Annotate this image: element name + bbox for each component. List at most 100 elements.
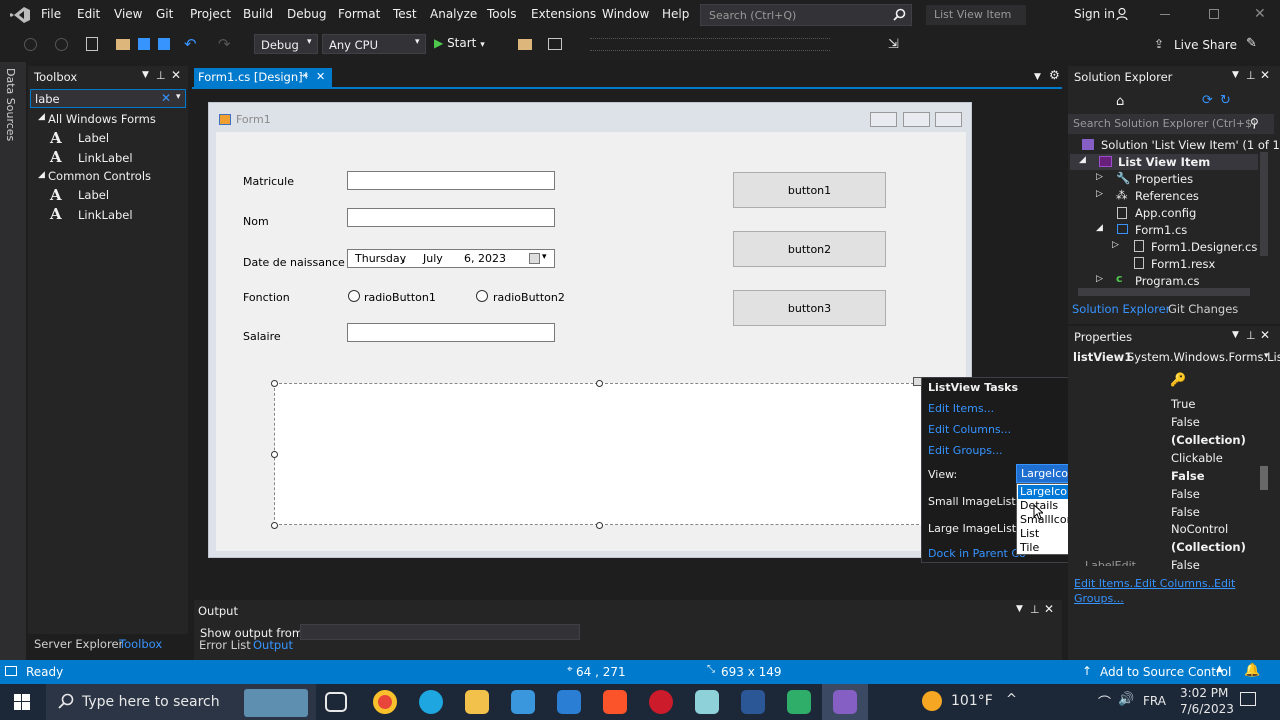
notepad-icon[interactable] [695, 690, 719, 714]
refresh-icon[interactable]: ↻ [1220, 93, 1231, 108]
property-value[interactable]: Clickable [1171, 451, 1223, 465]
gear-icon[interactable]: ⚙ [1049, 68, 1060, 82]
screenshot-icon[interactable] [548, 38, 562, 50]
undo-icon[interactable]: ↶ [184, 35, 197, 53]
menu-format[interactable]: Format [338, 7, 380, 21]
tab-order-icon[interactable]: ⇲ [888, 37, 899, 52]
pin-icon[interactable]: ⊥ [1246, 69, 1256, 82]
network-icon[interactable]: ⌒ [1098, 692, 1111, 711]
button-3[interactable]: button3 [733, 290, 886, 326]
git-changes-tab[interactable]: Git Changes [1168, 302, 1238, 316]
form1-designer-node[interactable]: Form1.Designer.cs [1151, 240, 1257, 254]
properties-scrollbar[interactable] [1260, 466, 1268, 490]
menu-extensions[interactable]: Extensions [531, 7, 596, 21]
property-value[interactable]: NoControl [1171, 522, 1228, 536]
resize-handle[interactable] [271, 451, 278, 458]
close-icon[interactable]: ✕ [171, 68, 181, 82]
person-icon[interactable] [1116, 7, 1130, 21]
collapse-arrow-icon[interactable]: ▷ [1096, 274, 1103, 284]
edit-columns-link[interactable]: Edit Columns... [928, 423, 1011, 436]
menu-debug[interactable]: Debug [287, 7, 326, 21]
home-icon[interactable]: ⌂ [1116, 94, 1124, 109]
expand-arrow-icon[interactable]: ◢ [1079, 155, 1086, 165]
search-icon[interactable]: ⚲ [1250, 116, 1259, 130]
menu-file[interactable]: File [41, 7, 61, 21]
dock-in-parent-link[interactable]: Dock in Parent Co [928, 547, 1026, 560]
toolbox-search-input[interactable]: labe ✕ ▾ [30, 89, 186, 108]
radio-button-1[interactable] [348, 290, 360, 302]
edge-icon[interactable] [419, 690, 443, 714]
properties-object-type[interactable]: System.Windows.Forms.Lis [1127, 350, 1280, 364]
restore-window-icon[interactable] [1209, 9, 1219, 19]
notifications-icon[interactable]: 🔔 [1244, 663, 1260, 678]
dropdown-icon[interactable]: ▼ [1232, 70, 1239, 80]
dropdown-icon[interactable]: ▼ [142, 70, 149, 80]
edit-items-link[interactable]: Edit Items... [928, 402, 994, 415]
microsoft-store-icon[interactable] [511, 690, 535, 714]
save-all-icon[interactable] [158, 38, 170, 50]
app-icon[interactable] [787, 690, 811, 714]
solution-search-input[interactable]: Search Solution Explorer (Ctrl+$) ⚲ [1068, 114, 1274, 134]
chrome-icon[interactable] [373, 690, 397, 714]
solution-explorer-tab[interactable]: Solution Explorer [1072, 302, 1170, 316]
smart-tag-glyph-icon[interactable] [913, 377, 922, 386]
listview-control[interactable] [274, 383, 924, 525]
configuration-select[interactable]: Debug ▾ [254, 34, 318, 54]
form1-cs-node[interactable]: Form1.cs [1135, 223, 1187, 237]
close-window-icon[interactable]: ✕ [1254, 6, 1266, 22]
chevron-down-icon[interactable]: ▾ [1264, 351, 1269, 361]
references-node[interactable]: References [1135, 189, 1199, 203]
pin-icon[interactable]: ⊥ [1030, 603, 1040, 616]
button-1[interactable]: button1 [733, 172, 886, 208]
edit-groups-link[interactable]: Edit Groups... [928, 444, 1003, 457]
toolbox-tab[interactable]: Toolbox [119, 637, 162, 651]
datetimepicker[interactable]: Thursday , July 6, 2023 ▾ [347, 249, 555, 268]
resize-handle[interactable] [596, 522, 603, 529]
brave-icon[interactable] [603, 690, 627, 714]
radio-button-2-label[interactable]: radioButton2 [493, 291, 565, 304]
close-icon[interactable]: ✕ [316, 70, 325, 83]
vertical-scrollbar[interactable] [1260, 152, 1268, 256]
properties-edit-groups-link[interactable]: Edit [1214, 577, 1235, 590]
menu-project[interactable]: Project [190, 7, 231, 21]
add-to-source-control[interactable]: Add to Source Control [1100, 665, 1231, 679]
menu-window[interactable]: Window [602, 7, 649, 21]
form-close-icon[interactable] [935, 112, 962, 127]
properties-object-name[interactable]: listView1 [1073, 350, 1132, 364]
close-icon[interactable]: ✕ [1260, 328, 1270, 342]
language-indicator[interactable]: FRA [1143, 694, 1166, 708]
feedback-icon[interactable]: ✎ [1246, 36, 1257, 51]
volume-icon[interactable]: 🔊 [1118, 692, 1134, 707]
pin-icon[interactable]: ⊥ [1246, 329, 1256, 342]
mail-icon[interactable] [557, 690, 581, 714]
windows-start-icon[interactable] [14, 694, 30, 710]
properties-node[interactable]: Properties [1135, 172, 1193, 186]
clock-date[interactable]: 7/6/2023 [1180, 702, 1234, 716]
platform-select[interactable]: Any CPU ▾ [322, 34, 426, 54]
new-project-icon[interactable] [86, 37, 98, 51]
toolbox-item-linklabel[interactable]: LinkLabel [78, 208, 133, 222]
pin-icon[interactable]: ⊣ [299, 71, 308, 82]
forward-nav-icon[interactable] [55, 38, 68, 51]
open-folder-icon[interactable] [116, 39, 130, 50]
menu-build[interactable]: Build [243, 7, 273, 21]
expand-arrow-icon[interactable]: ◢ [38, 170, 45, 180]
close-icon[interactable]: ✕ [1260, 68, 1270, 82]
toolbox-group-common-controls[interactable]: Common Controls [48, 169, 151, 183]
sync-icon[interactable]: ⟳ [1202, 93, 1213, 108]
textbox-nom[interactable] [347, 208, 555, 227]
search-input[interactable]: Search (Ctrl+Q) [700, 4, 912, 26]
resize-handle[interactable] [596, 380, 603, 387]
horizontal-scrollbar[interactable] [1078, 288, 1250, 296]
menu-git[interactable]: Git [156, 7, 173, 21]
taskbar-search-box[interactable]: Type here to search [46, 684, 316, 720]
word-icon[interactable] [741, 690, 765, 714]
folder-icon[interactable] [518, 39, 532, 50]
pin-icon[interactable]: ⊥ [156, 69, 166, 82]
collapse-arrow-icon[interactable]: ▷ [1096, 172, 1103, 182]
property-value[interactable]: (Collection) [1171, 540, 1246, 554]
toolbox-item-label[interactable]: Label [78, 188, 109, 202]
output-tab[interactable]: Output [253, 638, 293, 652]
radio-button-2[interactable] [476, 290, 488, 302]
events-icon[interactable]: 🔑 [1170, 373, 1186, 388]
